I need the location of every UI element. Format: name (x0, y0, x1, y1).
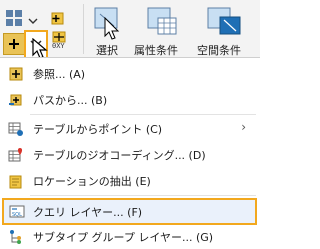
spatial-label: 空間条件 (197, 44, 241, 57)
menu-item-label: テーブルからポイント (C) (33, 123, 163, 136)
menu-item-label: 参照... (A) (33, 68, 86, 81)
attr-label: 属性条件 (134, 44, 178, 57)
menu-item-browse[interactable]: 参照... (A) (0, 63, 260, 85)
add-data-menu: 参照... (A) パスから... (B) テーブルからポイント (C) › テ… (0, 57, 260, 249)
select-by-location-icon (207, 7, 241, 35)
add-from-path-icon (9, 94, 22, 106)
menu-item-xy-table-to-point[interactable]: テーブルからポイント (C) › (0, 118, 260, 140)
menu-item-from-path[interactable]: パスから... (B) (0, 89, 260, 111)
xy-button[interactable]: 0XY (49, 30, 77, 54)
add-data-icon (9, 39, 19, 49)
menu-item-query-layer[interactable]: SQL クエリ レイヤー... (F) (2, 198, 257, 225)
add-layer-small-button[interactable] (50, 8, 68, 26)
chevron-right-icon: › (241, 120, 246, 134)
grid-icon (6, 10, 22, 26)
add-layer-icon (51, 12, 64, 25)
svg-text:SQL: SQL (12, 212, 22, 218)
menu-item-geocode-table[interactable]: テーブルのジオコーディング... (D) (0, 144, 260, 166)
select-by-attributes-button[interactable]: 属性条件 (132, 4, 190, 57)
menu-separator (30, 195, 256, 196)
add-data-button[interactable] (3, 33, 25, 55)
subtype-group-layer-icon (10, 230, 21, 244)
xy-table-icon (8, 122, 23, 136)
chevron-down-icon (28, 18, 38, 24)
query-layer-icon: SQL (9, 205, 25, 218)
geocode-table-icon (8, 148, 23, 162)
grid-view-button[interactable] (4, 8, 26, 28)
menu-separator (30, 114, 256, 115)
menu-item-subtype-group-layer[interactable]: サブタイプ グループ レイヤー... (G) (0, 226, 260, 248)
add-data-icon (9, 67, 23, 81)
select-by-location-button[interactable]: 空間条件 (194, 4, 256, 57)
menu-item-extract-locations[interactable]: ロケーションの抽出 (E) (0, 170, 260, 192)
menu-item-label: サブタイプ グループ レイヤー... (G) (33, 231, 214, 244)
menu-item-label: パスから... (B) (33, 94, 108, 107)
ribbon-divider (83, 4, 84, 54)
extract-locations-icon (9, 175, 22, 189)
menu-item-label: テーブルのジオコーディング... (D) (33, 149, 206, 162)
select-button[interactable]: 選択 (87, 4, 127, 57)
ribbon: 0XY 選択 属性条件 空間条件 (0, 0, 260, 60)
select-icon (94, 7, 120, 40)
select-by-attributes-icon (147, 7, 177, 35)
grid-dropdown-button[interactable] (27, 12, 39, 24)
menu-item-label: ロケーションの抽出 (E) (33, 175, 151, 188)
menu-item-label: クエリ レイヤー... (F) (33, 206, 143, 219)
select-label: 選択 (96, 44, 118, 57)
xy-label: 0XY (52, 42, 65, 50)
